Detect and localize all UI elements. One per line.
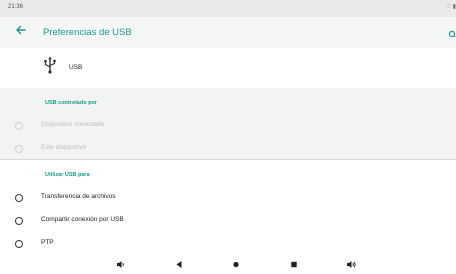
option-this-device: Este dispositivo xyxy=(0,141,456,161)
app-bar: Preferencias de USB xyxy=(0,17,456,48)
home-dot-icon[interactable] xyxy=(232,256,240,274)
option-ptp[interactable]: PTP xyxy=(0,236,456,256)
volume-down-icon[interactable] xyxy=(116,256,125,274)
usb-header-row: USB xyxy=(0,48,456,88)
page-title: Preferencias de USB xyxy=(43,27,132,38)
status-icons: ♡ ▮ xyxy=(445,4,456,10)
arrow-back-icon[interactable] xyxy=(14,23,28,39)
option-label: Dispositivo conectado xyxy=(41,121,105,128)
radio-button xyxy=(15,145,23,153)
option-label: PTP xyxy=(41,239,54,246)
option-connected-device: Dispositivo conectado xyxy=(0,118,456,138)
radio-button xyxy=(15,122,23,130)
section-heading-controlled-by: USB controlado por xyxy=(45,100,97,106)
radio-button[interactable] xyxy=(15,240,23,248)
recents-square-icon[interactable] xyxy=(290,256,298,274)
radio-button[interactable] xyxy=(15,217,23,225)
radio-button[interactable] xyxy=(15,194,23,202)
use-usb-for-section: Utilizar USB para Transferencia de archi… xyxy=(0,160,456,254)
search-icon[interactable] xyxy=(448,27,456,37)
option-label: Compartir conexión por USB xyxy=(41,216,124,223)
option-file-transfer[interactable]: Transferencia de archivos xyxy=(0,190,456,210)
option-label: Este dispositivo xyxy=(41,144,87,151)
status-time: 21:36 xyxy=(8,4,24,10)
option-usb-tethering[interactable]: Compartir conexión por USB xyxy=(0,213,456,233)
navigation-bar xyxy=(0,254,456,268)
option-label: Transferencia de archivos xyxy=(41,193,116,200)
status-bar: 21:36 ♡ ▮ xyxy=(0,0,456,17)
usb-label: USB xyxy=(69,64,83,71)
usb-icon xyxy=(43,56,57,79)
back-triangle-icon[interactable] xyxy=(175,256,183,274)
controlled-by-section: USB controlado por Dispositivo conectado… xyxy=(0,88,456,159)
section-heading-use-usb-for: Utilizar USB para xyxy=(45,172,90,178)
volume-up-icon[interactable] xyxy=(346,256,357,274)
